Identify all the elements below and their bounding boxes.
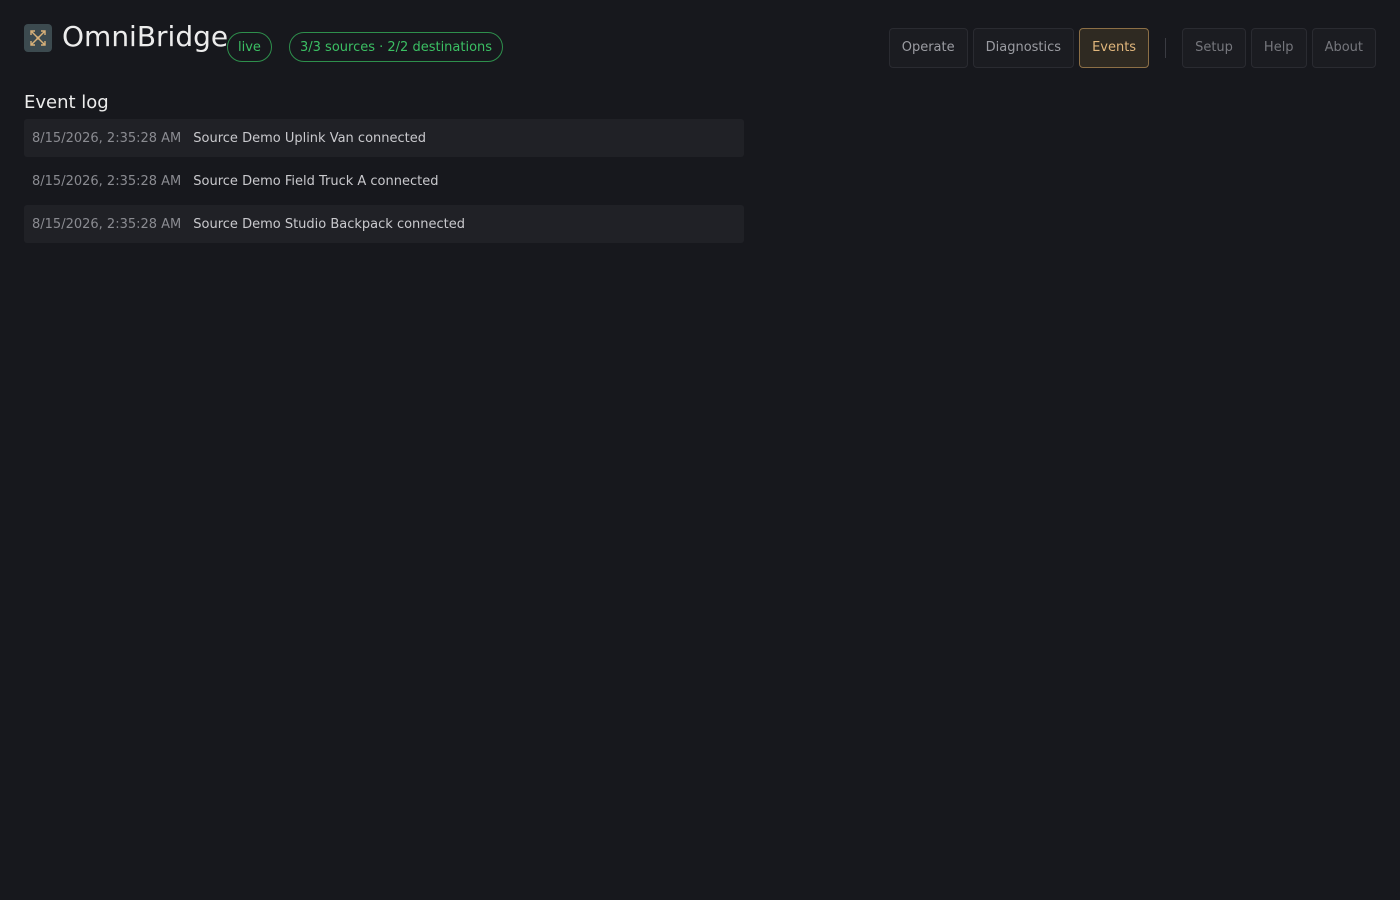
event-row: 8/15/2026, 2:35:28 AM Source Demo Studio… — [24, 205, 744, 243]
app-title: OmniBridge — [62, 20, 229, 53]
live-status-badge: live — [227, 32, 272, 62]
nav-about-button[interactable]: About — [1311, 28, 1376, 68]
event-timestamp: 8/15/2026, 2:35:28 AM — [32, 216, 182, 232]
nav-setup-button[interactable]: Setup — [1182, 28, 1246, 68]
event-message: Source Demo Studio Backpack connected — [193, 216, 466, 232]
main-nav: Operate Diagnostics Events Setup Help Ab… — [884, 28, 1376, 68]
page-title: Event log — [24, 92, 109, 113]
nav-divider — [1165, 38, 1167, 58]
nav-help-button[interactable]: Help — [1250, 28, 1307, 68]
event-row: 8/15/2026, 2:35:28 AM Source Demo Field … — [24, 162, 744, 200]
source-destination-count-badge: 3/3 sources · 2/2 destinations — [289, 32, 504, 62]
nav-events-button[interactable]: Events — [1079, 28, 1150, 68]
event-message: Source Demo Field Truck A connected — [193, 173, 439, 189]
crossed-arrows-icon — [30, 30, 46, 46]
event-timestamp: 8/15/2026, 2:35:28 AM — [32, 130, 182, 146]
event-message: Source Demo Uplink Van connected — [193, 130, 427, 146]
event-log-list: 8/15/2026, 2:35:28 AM Source Demo Uplink… — [24, 119, 744, 248]
app-logo — [24, 24, 52, 52]
event-row: 8/15/2026, 2:35:28 AM Source Demo Uplink… — [24, 119, 744, 157]
nav-operate-button[interactable]: Operate — [888, 28, 968, 68]
nav-diagnostics-button[interactable]: Diagnostics — [972, 28, 1075, 68]
app-header: OmniBridge live 3/3 sources · 2/2 destin… — [0, 0, 1400, 90]
event-timestamp: 8/15/2026, 2:35:28 AM — [32, 173, 182, 189]
